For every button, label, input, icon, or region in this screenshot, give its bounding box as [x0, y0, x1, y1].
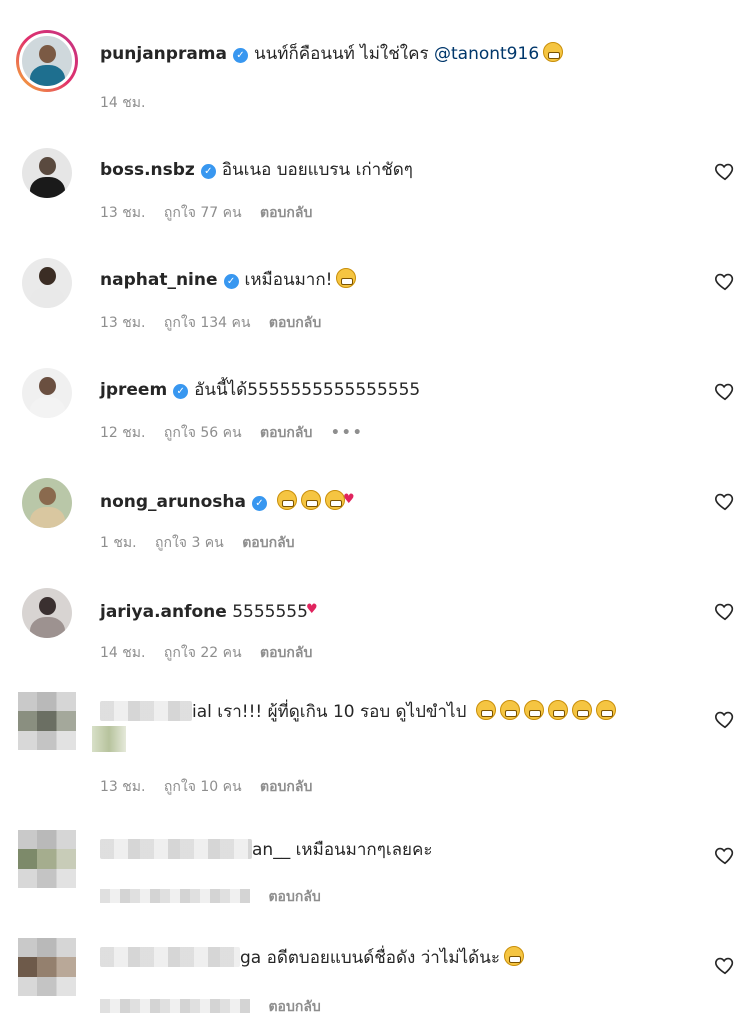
- reply-button[interactable]: ตอบกลับ: [269, 315, 321, 331]
- caption-username[interactable]: punjanprama: [100, 44, 227, 64]
- blurred-username[interactable]: [100, 947, 240, 967]
- comment-username[interactable]: boss.nsbz: [100, 160, 195, 180]
- comment-text: เหมือนมาก!: [244, 270, 333, 290]
- grinning-squinting-face-icon: [543, 42, 564, 62]
- commenter-avatar[interactable]: [22, 478, 72, 528]
- reply-button[interactable]: ตอบกลับ: [260, 645, 312, 661]
- poster-avatar[interactable]: [16, 30, 78, 92]
- comment-time[interactable]: 13 ชม.: [100, 205, 145, 221]
- comment-text: อันนี้ได้5555555555555555: [194, 380, 421, 400]
- commenter-avatar[interactable]: [22, 148, 72, 198]
- blurred-avatar[interactable]: [18, 938, 76, 996]
- caption-time[interactable]: 14 ชม.: [100, 95, 145, 111]
- grinning-squinting-face-icon: [547, 700, 568, 720]
- grinning-squinting-face-icon: [523, 700, 544, 720]
- verified-badge-icon: ✓: [200, 164, 216, 179]
- comment-username[interactable]: jpreem: [100, 380, 167, 400]
- grinning-squinting-face-icon: [475, 700, 496, 720]
- caption-mention[interactable]: @tanont916: [434, 44, 539, 64]
- verified-badge-icon: ✓: [173, 384, 189, 399]
- comment-time[interactable]: 1 ชม.: [100, 535, 137, 551]
- grinning-squinting-face-icon: [277, 490, 297, 510]
- heart-outline-icon[interactable]: [714, 844, 736, 866]
- comment-username[interactable]: nong_arunosha: [100, 492, 246, 512]
- more-options-button[interactable]: •••: [331, 425, 364, 441]
- comment-likes[interactable]: ถูกใจ 22 คน: [164, 645, 242, 661]
- grinning-squinting-face-icon: [325, 490, 345, 510]
- heart-outline-icon[interactable]: [714, 270, 736, 292]
- reply-button[interactable]: ตอบกลับ: [268, 999, 320, 1015]
- blurred-username[interactable]: [100, 701, 192, 721]
- reply-button[interactable]: ตอบกลับ: [260, 779, 312, 795]
- comment-time[interactable]: 13 ชม.: [100, 779, 145, 795]
- comment-text: an__ เหมือนมากๆเลยคะ: [252, 840, 433, 860]
- grinning-squinting-face-icon: [595, 700, 616, 720]
- comment-likes[interactable]: ถูกใจ 56 คน: [164, 425, 242, 441]
- comment-likes[interactable]: ถูกใจ 77 คน: [164, 205, 242, 221]
- comment-time[interactable]: 12 ชม.: [100, 425, 145, 441]
- comment-username[interactable]: naphat_nine: [100, 270, 218, 290]
- blurred-meta: [100, 999, 250, 1013]
- blurred-fragment: [92, 726, 126, 752]
- reply-button[interactable]: ตอบกลับ: [260, 425, 312, 441]
- commenter-avatar[interactable]: [22, 258, 72, 308]
- comment-username[interactable]: jariya.anfone: [100, 602, 227, 622]
- grinning-squinting-face-icon: [336, 268, 357, 288]
- reply-button[interactable]: ตอบกลับ: [242, 535, 294, 551]
- reply-button[interactable]: ตอบกลับ: [260, 205, 312, 221]
- commenter-avatar[interactable]: [22, 588, 72, 638]
- comment-text: ial เรา!!! ผู้ที่ดูเกิน 10 รอบ ดูไปขำไป: [192, 702, 467, 722]
- comment-likes[interactable]: ถูกใจ 10 คน: [164, 779, 242, 795]
- comment-likes[interactable]: ถูกใจ 3 คน: [155, 535, 224, 551]
- grinning-squinting-face-icon: [503, 946, 524, 966]
- comment-likes[interactable]: ถูกใจ 134 คน: [164, 315, 251, 331]
- comment-text: อินเนอ บอยแบรน เก่าชัดๆ: [221, 160, 413, 180]
- comment-time[interactable]: 14 ชม.: [100, 645, 145, 661]
- commenter-avatar[interactable]: [22, 368, 72, 418]
- heart-outline-icon[interactable]: [714, 160, 736, 182]
- red-heart-emoji-icon: ♥: [305, 602, 318, 617]
- grinning-squinting-face-icon: [301, 490, 321, 510]
- verified-badge-icon: ✓: [223, 274, 239, 289]
- blurred-username[interactable]: [100, 839, 252, 859]
- heart-outline-icon[interactable]: [714, 490, 736, 512]
- blurred-meta: [100, 889, 250, 903]
- blurred-avatar[interactable]: [18, 692, 76, 750]
- heart-outline-icon[interactable]: [714, 600, 736, 622]
- verified-badge-icon: ✓: [233, 48, 248, 63]
- grinning-squinting-face-icon: [499, 700, 520, 720]
- verified-badge-icon: ✓: [252, 496, 267, 511]
- caption-text: นนท์ก็คือนนท์ ไม่ใช่ใคร: [254, 44, 429, 64]
- heart-outline-icon[interactable]: [714, 380, 736, 402]
- reply-button[interactable]: ตอบกลับ: [268, 889, 320, 905]
- heart-outline-icon[interactable]: [714, 708, 736, 730]
- comment-text: ga อดีตบอยแบนด์ชื่อดัง ว่าไม่ได้นะ: [240, 948, 500, 968]
- comment-text: 5555555: [232, 602, 308, 622]
- blurred-avatar[interactable]: [18, 830, 76, 888]
- heart-outline-icon[interactable]: [714, 954, 736, 976]
- comment-time[interactable]: 13 ชม.: [100, 315, 145, 331]
- grinning-squinting-face-icon: [571, 700, 592, 720]
